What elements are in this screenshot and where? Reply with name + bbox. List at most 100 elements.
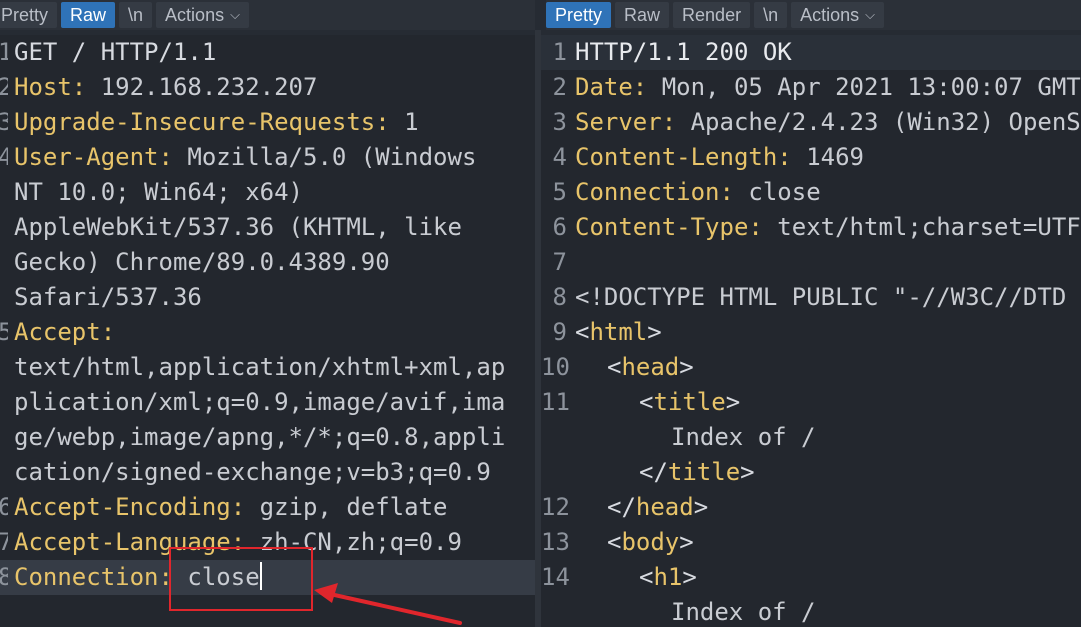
line-content: </head> bbox=[575, 490, 1081, 525]
request-line[interactable]: Safari/537.36 bbox=[0, 280, 535, 315]
response-line[interactable]: Index of / bbox=[541, 420, 1081, 455]
request-line[interactable]: plication/xml;q=0.9,image/avif,ima bbox=[0, 385, 535, 420]
response-line[interactable]: 2 Date: Mon, 05 Apr 2021 13:00:07 GMT bbox=[541, 70, 1081, 105]
response-line[interactable]: 8 <!DOCTYPE HTML PUBLIC "-//W3C//DTD bbox=[541, 280, 1081, 315]
tag-name: body bbox=[621, 528, 680, 556]
line-number: 4 bbox=[552, 143, 567, 171]
header-name: Connection: bbox=[14, 563, 173, 591]
line-number: 14 bbox=[541, 563, 570, 591]
request-line[interactable]: 4 User-Agent: Mozilla/5.0 (Windows bbox=[0, 140, 535, 175]
line-content: <title> bbox=[575, 385, 1081, 420]
request-line[interactable]: 5 Accept: bbox=[0, 315, 535, 350]
actions-dropdown[interactable]: Actions ⌵ bbox=[156, 2, 249, 28]
header-value: 192.168.232.207 bbox=[86, 73, 318, 101]
request-line[interactable]: AppleWebKit/537.36 (KHTML, like bbox=[0, 210, 535, 245]
tag-bracket: > bbox=[725, 388, 741, 416]
tab-raw[interactable]: Raw bbox=[61, 2, 116, 28]
line-content: Accept: bbox=[8, 315, 535, 350]
line-number bbox=[0, 210, 8, 245]
tab-pretty[interactable]: Pretty bbox=[0, 2, 58, 28]
tab-pretty[interactable]: Pretty bbox=[546, 2, 612, 28]
response-line[interactable]: 14 <h1> bbox=[541, 560, 1081, 595]
response-line[interactable]: 3 Server: Apache/2.4.23 (Win32) OpenSSL bbox=[541, 105, 1081, 140]
response-line[interactable]: 6 Content-Type: text/html;charset=UTF-8 bbox=[541, 210, 1081, 245]
tag-bracket: < bbox=[639, 388, 654, 416]
request-code[interactable]: 1 GET / HTTP/1.1 2 Host: 192.168.232.207 3 Up… bbox=[0, 35, 535, 595]
header-name: Accept-Encoding: bbox=[14, 493, 246, 521]
header-value: 1469 bbox=[791, 143, 864, 171]
line-number: 1 bbox=[0, 38, 8, 66]
tab-newline-toggle[interactable]: \n bbox=[754, 2, 788, 28]
tag-bracket: < bbox=[575, 318, 590, 346]
header-value: close bbox=[733, 178, 821, 206]
chevron-down-icon: ⌵ bbox=[230, 7, 240, 22]
actions-dropdown[interactable]: Actions ⌵ bbox=[791, 2, 884, 28]
line-content: NT 10.0; Win64; x64) bbox=[8, 175, 535, 210]
tag-bracket: > bbox=[682, 563, 697, 591]
request-line[interactable]: 2 Host: 192.168.232.207 bbox=[0, 70, 535, 105]
response-line[interactable]: </title> bbox=[541, 455, 1081, 490]
header-value: Apache/2.4.23 (Win32) OpenSSL bbox=[676, 108, 1081, 136]
line-number: 3 bbox=[0, 108, 8, 136]
response-line[interactable]: 7 bbox=[541, 245, 1081, 280]
request-line[interactable]: text/html,application/xhtml+xml,ap bbox=[0, 350, 535, 385]
line-number bbox=[0, 245, 8, 280]
line-number: 7 bbox=[552, 248, 567, 276]
line-content: <body> bbox=[575, 525, 1081, 560]
header-name: GET / HTTP/1.1 bbox=[14, 38, 217, 66]
response-line[interactable]: Index of / bbox=[541, 595, 1081, 627]
line-number: 6 bbox=[552, 213, 567, 241]
tag-name: head bbox=[635, 493, 694, 521]
header-name: Date: bbox=[575, 73, 648, 101]
drag-handle-icon[interactable]: ⋮ bbox=[537, 316, 551, 330]
response-line[interactable]: 13 <body> bbox=[541, 525, 1081, 560]
line-content: Safari/537.36 bbox=[8, 280, 535, 315]
request-line[interactable]: ge/webp,image/apng,*/*;q=0.8,appli bbox=[0, 420, 535, 455]
response-line[interactable]: 5 Connection: close bbox=[541, 175, 1081, 210]
chevron-down-icon: ⌵ bbox=[865, 7, 875, 22]
tab-newline-toggle[interactable]: \n bbox=[119, 2, 153, 28]
actions-label: Actions bbox=[800, 5, 860, 25]
response-line[interactable]: 11 <title> bbox=[541, 385, 1081, 420]
line-number: 13 bbox=[541, 528, 570, 556]
request-line[interactable]: 3 Upgrade-Insecure-Requests: 1 bbox=[0, 105, 535, 140]
response-line[interactable]: 9 <html> bbox=[541, 315, 1081, 350]
header-value: text/html,application/xhtml+xml,ap bbox=[14, 353, 506, 381]
response-code[interactable]: 1 HTTP/1.1 200 OK 2 Date: Mon, 05 Apr 2021 … bbox=[541, 35, 1081, 627]
header-name: Content-Type: bbox=[575, 213, 763, 241]
annotation-highlight-box bbox=[169, 547, 313, 611]
response-viewer[interactable]: 1 HTTP/1.1 200 OK 2 Date: Mon, 05 Apr 2021 … bbox=[541, 35, 1081, 627]
request-line[interactable]: Gecko) Chrome/89.0.4389.90 bbox=[0, 245, 535, 280]
response-line[interactable]: 10 <head> bbox=[541, 350, 1081, 385]
header-name: Upgrade-Insecure-Requests: bbox=[14, 108, 390, 136]
line-number: 12 bbox=[541, 493, 570, 521]
line-number bbox=[541, 455, 575, 490]
line-number: 7 bbox=[0, 528, 8, 556]
tag-name: h1 bbox=[653, 563, 683, 591]
line-number bbox=[0, 350, 8, 385]
tag-name: title bbox=[667, 458, 741, 486]
response-line[interactable]: 4 Content-Length: 1469 bbox=[541, 140, 1081, 175]
request-line[interactable]: cation/signed-exchange;v=b3;q=0.9 bbox=[0, 455, 535, 490]
line-number: 5 bbox=[552, 178, 567, 206]
tab-raw[interactable]: Raw bbox=[615, 2, 670, 28]
line-content: Content-Type: text/html;charset=UTF-8 bbox=[575, 210, 1081, 245]
line-number: 1 bbox=[552, 38, 567, 66]
line-content: <head> bbox=[575, 350, 1081, 385]
tag-bracket: > bbox=[740, 458, 755, 486]
request-line[interactable]: 1 GET / HTTP/1.1 bbox=[0, 35, 535, 70]
request-editor[interactable]: 1 GET / HTTP/1.1 2 Host: 192.168.232.207 3 Up… bbox=[0, 35, 535, 627]
line-content: </title> bbox=[575, 455, 1081, 490]
header-value: 1 bbox=[389, 108, 419, 136]
header-value: Index of / bbox=[671, 598, 816, 626]
tag-bracket: </ bbox=[639, 458, 668, 486]
response-line[interactable]: 12 </head> bbox=[541, 490, 1081, 525]
tab-render[interactable]: Render bbox=[673, 2, 751, 28]
request-line[interactable]: NT 10.0; Win64; x64) bbox=[0, 175, 535, 210]
response-line[interactable]: 1 HTTP/1.1 200 OK bbox=[541, 35, 1081, 70]
header-value: plication/xml;q=0.9,image/avif,ima bbox=[14, 388, 506, 416]
line-number: 11 bbox=[541, 388, 570, 416]
line-number bbox=[0, 385, 8, 420]
request-line[interactable]: 6 Accept-Encoding: gzip, deflate bbox=[0, 490, 535, 525]
header-value: gzip, deflate bbox=[245, 493, 448, 521]
